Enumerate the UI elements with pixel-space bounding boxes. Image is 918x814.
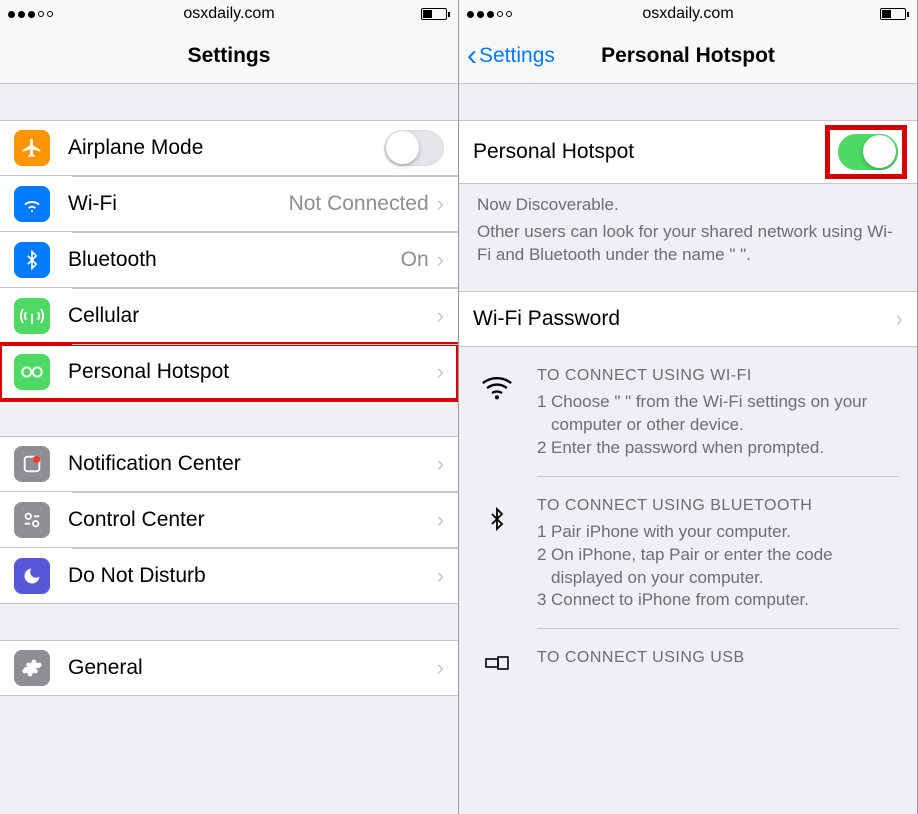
gear-icon — [14, 650, 50, 686]
chevron-right-icon: › — [437, 507, 444, 533]
discoverable-text: Now Discoverable. Other users can look f… — [459, 184, 917, 267]
chevron-right-icon: › — [896, 306, 903, 332]
airplane-icon — [14, 130, 50, 166]
hotspot-toggle-row[interactable]: Personal Hotspot — [459, 120, 917, 184]
notification-center-row[interactable]: Notification Center › — [0, 436, 458, 492]
dnd-label: Do Not Disturb — [68, 564, 437, 588]
wifi-password-row[interactable]: Wi-Fi Password › — [459, 291, 917, 347]
control-center-label: Control Center — [68, 508, 437, 532]
chevron-right-icon: › — [437, 359, 444, 385]
battery-icon — [880, 8, 909, 20]
notification-label: Notification Center — [68, 452, 437, 476]
airplane-label: Airplane Mode — [68, 136, 384, 160]
settings-list[interactable]: Airplane Mode Wi-Fi Not Connected › Blue… — [0, 84, 458, 814]
signal-dots-icon — [467, 11, 512, 18]
bluetooth-icon — [14, 242, 50, 278]
hotspot-label: Personal Hotspot — [68, 360, 437, 384]
status-bar: osxdaily.com — [459, 0, 917, 28]
cellular-icon — [14, 298, 50, 334]
moon-icon — [14, 558, 50, 594]
control-center-icon — [14, 502, 50, 538]
chevron-right-icon: › — [437, 451, 444, 477]
instr-wifi-title: TO CONNECT USING WI-FI — [537, 367, 899, 385]
hotspot-icon — [14, 354, 50, 390]
chevron-left-icon: ‹ — [467, 41, 477, 71]
usb-icon — [477, 649, 517, 673]
hotspot-content[interactable]: Personal Hotspot Now Discoverable. Other… — [459, 84, 917, 814]
wifi-row[interactable]: Wi-Fi Not Connected › — [0, 176, 458, 232]
cellular-label: Cellular — [68, 304, 437, 328]
chevron-right-icon: › — [437, 655, 444, 681]
bluetooth-label: Bluetooth — [68, 248, 401, 272]
instr-usb-title: TO CONNECT USING USB — [537, 649, 899, 667]
hotspot-screen: osxdaily.com ‹ Settings Personal Hotspot… — [459, 0, 918, 814]
wifi-label: Wi-Fi — [68, 192, 289, 216]
cellular-row[interactable]: Cellular › — [0, 288, 458, 344]
bluetooth-value: On — [401, 248, 429, 272]
general-label: General — [68, 656, 437, 680]
hotspot-toggle-label: Personal Hotspot — [473, 140, 825, 164]
hotspot-toggle[interactable] — [838, 134, 898, 170]
wifi-icon — [477, 367, 517, 460]
airplane-toggle[interactable] — [384, 130, 444, 166]
general-row[interactable]: General › — [0, 640, 458, 696]
nav-bar: Settings — [0, 28, 458, 84]
airplane-mode-row[interactable]: Airplane Mode — [0, 120, 458, 176]
page-title: Settings — [188, 44, 271, 68]
status-url: osxdaily.com — [642, 5, 733, 23]
chevron-right-icon: › — [437, 563, 444, 589]
nav-bar: ‹ Settings Personal Hotspot — [459, 28, 917, 84]
control-center-row[interactable]: Control Center › — [0, 492, 458, 548]
status-url: osxdaily.com — [183, 5, 274, 23]
back-label: Settings — [479, 44, 555, 68]
back-button[interactable]: ‹ Settings — [467, 41, 555, 71]
wifi-icon — [14, 186, 50, 222]
signal-dots-icon — [8, 11, 53, 18]
page-title: Personal Hotspot — [601, 44, 775, 68]
chevron-right-icon: › — [437, 303, 444, 329]
wifi-value: Not Connected — [289, 192, 429, 216]
personal-hotspot-row[interactable]: Personal Hotspot › — [0, 344, 458, 400]
connect-usb-instructions: TO CONNECT USING USB — [459, 629, 917, 673]
do-not-disturb-row[interactable]: Do Not Disturb › — [0, 548, 458, 604]
bluetooth-icon — [477, 497, 517, 613]
status-bar: osxdaily.com — [0, 0, 458, 28]
connect-wifi-instructions: TO CONNECT USING WI-FI 1Choose " " from … — [459, 347, 917, 470]
battery-icon — [421, 8, 450, 20]
notification-icon — [14, 446, 50, 482]
wifi-password-label: Wi-Fi Password — [473, 307, 896, 331]
connect-bluetooth-instructions: TO CONNECT USING BLUETOOTH 1Pair iPhone … — [459, 477, 917, 623]
instr-bt-title: TO CONNECT USING BLUETOOTH — [537, 497, 899, 515]
bluetooth-row[interactable]: Bluetooth On › — [0, 232, 458, 288]
chevron-right-icon: › — [437, 247, 444, 273]
settings-screen: osxdaily.com Settings Airplane Mode Wi-F… — [0, 0, 459, 814]
chevron-right-icon: › — [437, 191, 444, 217]
highlight-box — [825, 125, 907, 179]
